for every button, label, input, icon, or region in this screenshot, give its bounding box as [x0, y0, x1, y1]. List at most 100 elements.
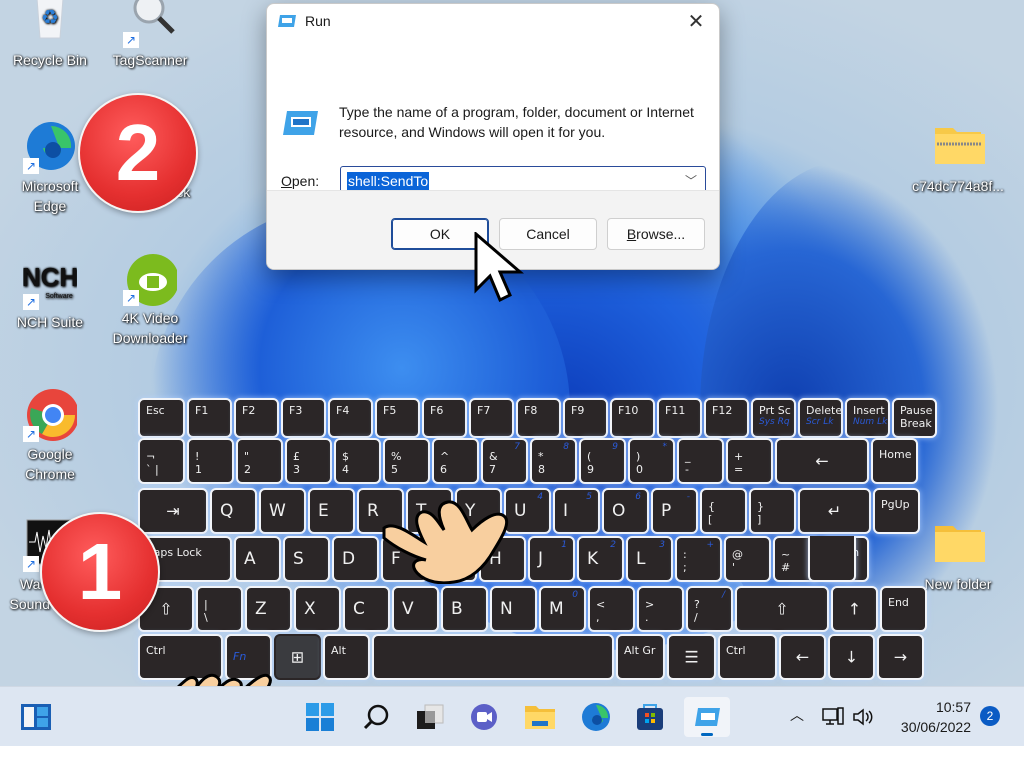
- key-f8[interactable]: F8: [516, 398, 561, 438]
- key-b[interactable]: B: [441, 586, 488, 632]
- desktop-icon-recycle-bin[interactable]: ♻ Recycle Bin: [8, 0, 92, 70]
- key-ctrl[interactable]: Ctrl: [718, 634, 777, 680]
- key-[interactable]: % 5: [383, 438, 430, 484]
- chevron-down-icon[interactable]: ﹀: [685, 172, 697, 189]
- browse-button[interactable]: Browse...: [607, 218, 705, 250]
- browse-label: rowse...: [636, 226, 686, 242]
- key-k[interactable]: K2: [577, 536, 624, 582]
- key-delete[interactable]: Delete Scr Lk: [798, 398, 843, 438]
- key-[interactable]: ↓: [828, 634, 875, 680]
- desktop-icon-nch-suite[interactable]: NCH Software ↗ NCH Suite: [8, 256, 92, 332]
- key-i[interactable]: I5: [553, 488, 600, 534]
- edge-taskbar-button[interactable]: [576, 697, 616, 737]
- key-[interactable]: _ -: [677, 438, 724, 484]
- show-hidden-icons-button[interactable]: ︿: [790, 705, 804, 725]
- key-space[interactable]: [372, 634, 614, 680]
- key-[interactable]: ←: [779, 634, 826, 680]
- key-o[interactable]: O6: [602, 488, 649, 534]
- key-[interactable]: <,: [588, 586, 635, 632]
- key-[interactable]: £3: [285, 438, 332, 484]
- key-end[interactable]: End: [880, 586, 927, 632]
- key-f6[interactable]: F6: [422, 398, 467, 438]
- key-[interactable]: ^ 6: [432, 438, 479, 484]
- key-m[interactable]: M0: [539, 586, 586, 632]
- key-[interactable]: (9 9: [579, 438, 626, 484]
- key-f5[interactable]: F5: [375, 398, 420, 438]
- key-f3[interactable]: F3: [281, 398, 326, 438]
- key-f7[interactable]: F7: [469, 398, 514, 438]
- clock[interactable]: 10:57 30/06/2022: [901, 697, 971, 737]
- desktop-icon-zip-archive[interactable]: c74dc774a8f...: [912, 120, 1004, 196]
- key-x[interactable]: X: [294, 586, 341, 632]
- desktop-icon-tagscanner[interactable]: ↗ TagScanner: [108, 0, 192, 70]
- key-v[interactable]: V: [392, 586, 439, 632]
- close-button[interactable]: ✕: [673, 4, 719, 38]
- key-[interactable]: ↵: [798, 488, 871, 534]
- key-w[interactable]: W: [259, 488, 306, 534]
- key-q[interactable]: Q: [210, 488, 257, 534]
- key-alt-gr[interactable]: Alt Gr: [616, 634, 665, 680]
- key-[interactable]: & 7 7: [481, 438, 528, 484]
- search-button[interactable]: [356, 697, 396, 737]
- key-f10[interactable]: F10: [610, 398, 655, 438]
- notification-badge[interactable]: 2: [980, 706, 1000, 726]
- key-s[interactable]: S: [283, 536, 330, 582]
- key-[interactable]: ←: [775, 438, 869, 484]
- desktop-icon-google-chrome[interactable]: ↗ Google Chrome: [8, 388, 92, 484]
- key-[interactable]: " 2: [236, 438, 283, 484]
- key-a[interactable]: A: [234, 536, 281, 582]
- key-alt[interactable]: Alt: [323, 634, 370, 680]
- key-n[interactable]: N: [490, 586, 537, 632]
- start-button[interactable]: [300, 697, 340, 737]
- key-j[interactable]: J1: [528, 536, 575, 582]
- key-[interactable]: | \: [196, 586, 243, 632]
- key-z[interactable]: Z: [245, 586, 292, 632]
- key-l[interactable]: L3: [626, 536, 673, 582]
- key-f2[interactable]: F2: [234, 398, 279, 438]
- key-enter-tail[interactable]: [808, 536, 856, 582]
- key-[interactable]: {[: [700, 488, 747, 534]
- task-view-button[interactable]: [410, 697, 450, 737]
- key-[interactable]: :; +: [675, 536, 722, 582]
- key-f9[interactable]: F9: [563, 398, 608, 438]
- desktop-icon-4k-video-downloader[interactable]: ↗ 4K Video Downloader: [108, 252, 192, 348]
- key-f12[interactable]: F12: [704, 398, 749, 438]
- key-[interactable]: * 8 8: [530, 438, 577, 484]
- key-[interactable]: ¬ ` |: [138, 438, 185, 484]
- file-explorer-button[interactable]: [520, 697, 560, 737]
- key-[interactable]: ! 1: [187, 438, 234, 484]
- key-prt-sc[interactable]: Prt Sc Sys Rq: [751, 398, 796, 438]
- key-[interactable]: ☰: [667, 634, 716, 680]
- teams-chat-button[interactable]: [464, 697, 504, 737]
- key-[interactable]: $4: [334, 438, 381, 484]
- run-taskbar-button[interactable]: [684, 697, 730, 737]
- key-[interactable]: + =: [726, 438, 773, 484]
- desktop-icon-new-folder[interactable]: New folder: [916, 518, 1000, 594]
- key-pgup[interactable]: PgUp: [873, 488, 920, 534]
- key-[interactable]: >.: [637, 586, 684, 632]
- key-[interactable]: ? / /: [686, 586, 733, 632]
- key-pause-break[interactable]: Pause Break: [892, 398, 937, 438]
- key-c[interactable]: C: [343, 586, 390, 632]
- key-[interactable]: ⇧: [735, 586, 829, 632]
- key-home[interactable]: Home: [871, 438, 918, 484]
- key-[interactable]: ⇥: [138, 488, 208, 534]
- key-f11[interactable]: F11: [657, 398, 702, 438]
- key-d[interactable]: D: [332, 536, 379, 582]
- key-[interactable]: ↑: [831, 586, 878, 632]
- widgets-button[interactable]: [16, 697, 56, 737]
- volume-button[interactable]: [852, 707, 874, 730]
- key-f1[interactable]: F1: [187, 398, 232, 438]
- key-[interactable]: ) 0 *: [628, 438, 675, 484]
- key-[interactable]: @ ': [724, 536, 771, 582]
- key-f4[interactable]: F4: [328, 398, 373, 438]
- store-button[interactable]: [630, 697, 670, 737]
- key-insert[interactable]: Insert Num Lk: [845, 398, 890, 438]
- network-button[interactable]: [822, 707, 844, 730]
- key-[interactable]: →: [877, 634, 924, 680]
- key-p[interactable]: P-: [651, 488, 698, 534]
- key-label: F4: [336, 404, 350, 417]
- key-[interactable]: }]: [749, 488, 796, 534]
- key-e[interactable]: E: [308, 488, 355, 534]
- key-esc[interactable]: Esc: [138, 398, 185, 438]
